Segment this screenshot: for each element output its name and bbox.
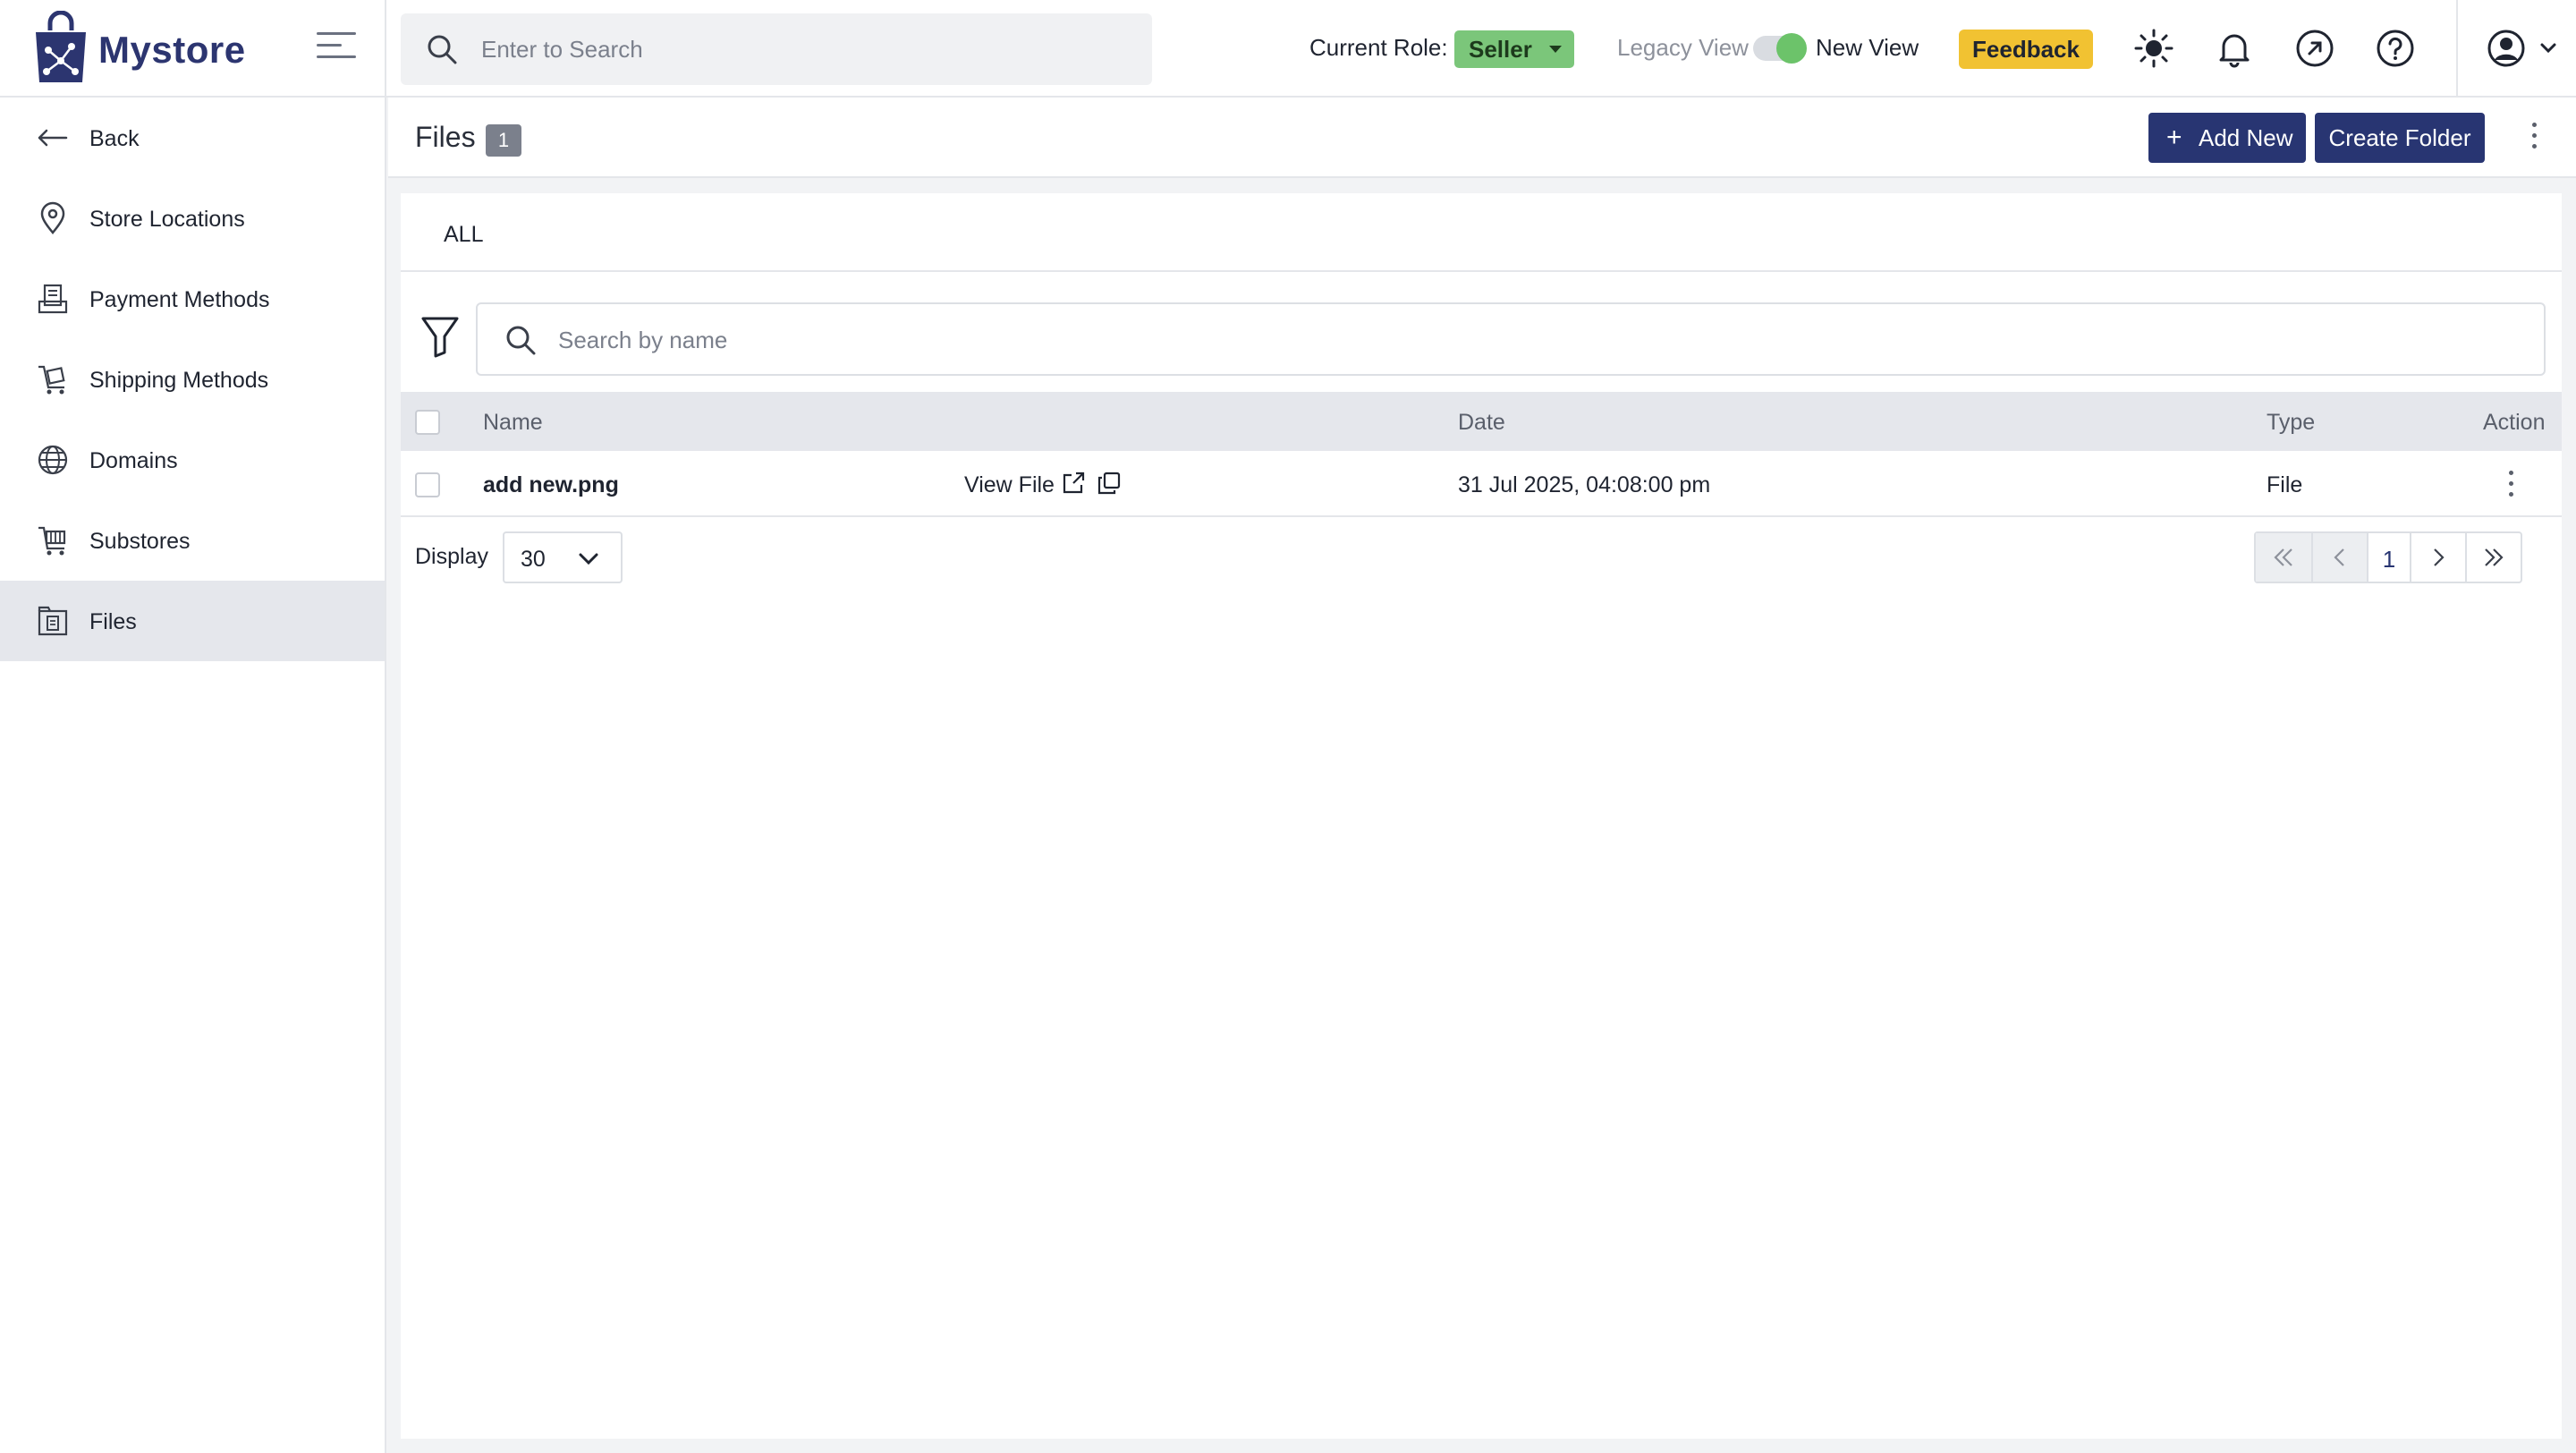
logo-area: Mystore xyxy=(0,0,386,98)
sidebar-item-domains[interactable]: Domains xyxy=(0,420,385,500)
sidebar-item-payment-methods[interactable]: Payment Methods xyxy=(0,259,385,339)
prev-page-button[interactable] xyxy=(2313,533,2368,582)
next-page-button[interactable] xyxy=(2411,533,2467,582)
store-icon xyxy=(38,526,66,556)
create-folder-button[interactable]: Create Folder xyxy=(2315,113,2485,163)
name-search[interactable] xyxy=(476,302,2546,376)
file-type: File xyxy=(2267,472,2303,497)
chevron-left-icon xyxy=(2334,548,2344,566)
tab-all[interactable]: ALL xyxy=(444,222,483,248)
help-icon[interactable] xyxy=(2374,27,2417,70)
caret-down-icon xyxy=(1549,46,1562,53)
role-value: Seller xyxy=(1469,36,1532,63)
double-chevron-left-icon xyxy=(2274,548,2292,566)
column-header-date[interactable]: Date xyxy=(1458,410,1505,436)
top-bar: Mystore Current Role: Seller Legacy View… xyxy=(0,0,2576,98)
brand-name: Mystore xyxy=(98,29,246,71)
arrow-left-icon xyxy=(38,129,68,147)
sidebar-item-label: Payment Methods xyxy=(89,287,270,312)
files-panel: ALL Name Date Type Action add new.png Vi… xyxy=(401,193,2562,1439)
user-avatar-icon[interactable] xyxy=(2485,27,2563,70)
global-search-input[interactable] xyxy=(481,26,1125,72)
view-toggle[interactable] xyxy=(1753,33,1807,64)
table-row[interactable]: add new.png View File 31 Jul 2025, 04:08… xyxy=(401,451,2562,517)
sidebar-item-label: Back xyxy=(89,126,140,151)
sidebar-item-label: Store Locations xyxy=(89,207,245,232)
shipping-cart-icon xyxy=(38,365,65,395)
sidebar-item-label: Substores xyxy=(89,529,191,554)
sidebar-item-store-locations[interactable]: Store Locations xyxy=(0,178,385,259)
sidebar-item-shipping-methods[interactable]: Shipping Methods xyxy=(0,339,385,420)
pagination: 1 xyxy=(2254,531,2522,583)
sidebar-item-label: Files xyxy=(89,609,137,634)
legacy-view-label: Legacy View xyxy=(1617,34,1749,61)
page-header: Files 1 + Add New Create Folder xyxy=(388,98,2576,178)
global-search[interactable] xyxy=(401,13,1152,85)
payment-icon xyxy=(38,284,68,314)
column-header-type[interactable]: Type xyxy=(2267,410,2315,436)
role-dropdown[interactable]: Seller xyxy=(1454,30,1574,68)
file-date: 31 Jul 2025, 04:08:00 pm xyxy=(1458,472,1711,497)
sidebar-item-files[interactable]: Files xyxy=(0,581,385,661)
double-chevron-right-icon xyxy=(2485,548,2504,566)
feedback-button[interactable]: Feedback xyxy=(1959,30,2093,69)
file-icon xyxy=(38,606,68,636)
view-file-link[interactable]: View File xyxy=(964,472,1055,498)
sidebar-item-label: Domains xyxy=(89,448,178,473)
search-icon xyxy=(428,35,457,64)
first-page-button[interactable] xyxy=(2256,533,2313,582)
sidebar-item-back[interactable]: Back xyxy=(0,98,385,178)
row-checkbox[interactable] xyxy=(415,472,440,497)
new-view-label: New View xyxy=(1816,34,1919,61)
current-role-label: Current Role: xyxy=(1309,34,1448,61)
toggle-knob xyxy=(1776,33,1807,64)
sidebar-item-substores[interactable]: Substores xyxy=(0,500,385,581)
page-title: Files xyxy=(415,121,476,153)
external-link-icon[interactable] xyxy=(1061,471,1086,496)
plus-icon: + xyxy=(2166,123,2182,152)
copy-icon[interactable] xyxy=(1097,471,1122,496)
page-1-button[interactable]: 1 xyxy=(2368,533,2411,582)
map-pin-icon xyxy=(40,201,65,234)
menu-toggle-icon[interactable] xyxy=(317,32,358,64)
column-header-name[interactable]: Name xyxy=(483,410,543,436)
select-all-checkbox[interactable] xyxy=(415,410,440,435)
last-page-button[interactable] xyxy=(2467,533,2521,582)
chevron-right-icon xyxy=(2434,548,2445,566)
chevron-down-icon xyxy=(579,553,598,565)
sidebar: Back Store Locations Payment Methods Shi… xyxy=(0,98,386,1453)
sun-icon[interactable] xyxy=(2132,27,2175,70)
file-count-badge: 1 xyxy=(486,124,521,157)
view-file-label: View File xyxy=(964,472,1055,497)
more-options-icon[interactable] xyxy=(2529,123,2538,153)
display-label: Display xyxy=(415,544,488,569)
filter-icon[interactable] xyxy=(420,315,460,358)
table-header: Name Date Type Action xyxy=(401,392,2562,451)
bell-icon[interactable] xyxy=(2213,27,2256,70)
page-size-value: 30 xyxy=(521,547,546,572)
shopping-bag-logo-icon xyxy=(36,11,86,82)
search-icon xyxy=(506,326,536,355)
page-size-select[interactable]: 30 xyxy=(503,531,623,583)
external-link-circle-icon[interactable] xyxy=(2293,27,2336,70)
tab-bar: ALL xyxy=(401,193,2562,272)
file-name[interactable]: add new.png xyxy=(483,472,619,498)
current-page-number: 1 xyxy=(2382,546,2396,573)
globe-icon xyxy=(38,445,68,475)
sidebar-item-label: Shipping Methods xyxy=(89,368,269,393)
topbar-divider xyxy=(2456,0,2458,98)
column-header-action: Action xyxy=(2483,410,2546,435)
row-actions-icon[interactable] xyxy=(2506,471,2515,501)
name-search-input[interactable] xyxy=(558,317,2436,363)
add-new-button[interactable]: + Add New xyxy=(2148,113,2306,163)
add-new-label: Add New xyxy=(2199,124,2293,151)
